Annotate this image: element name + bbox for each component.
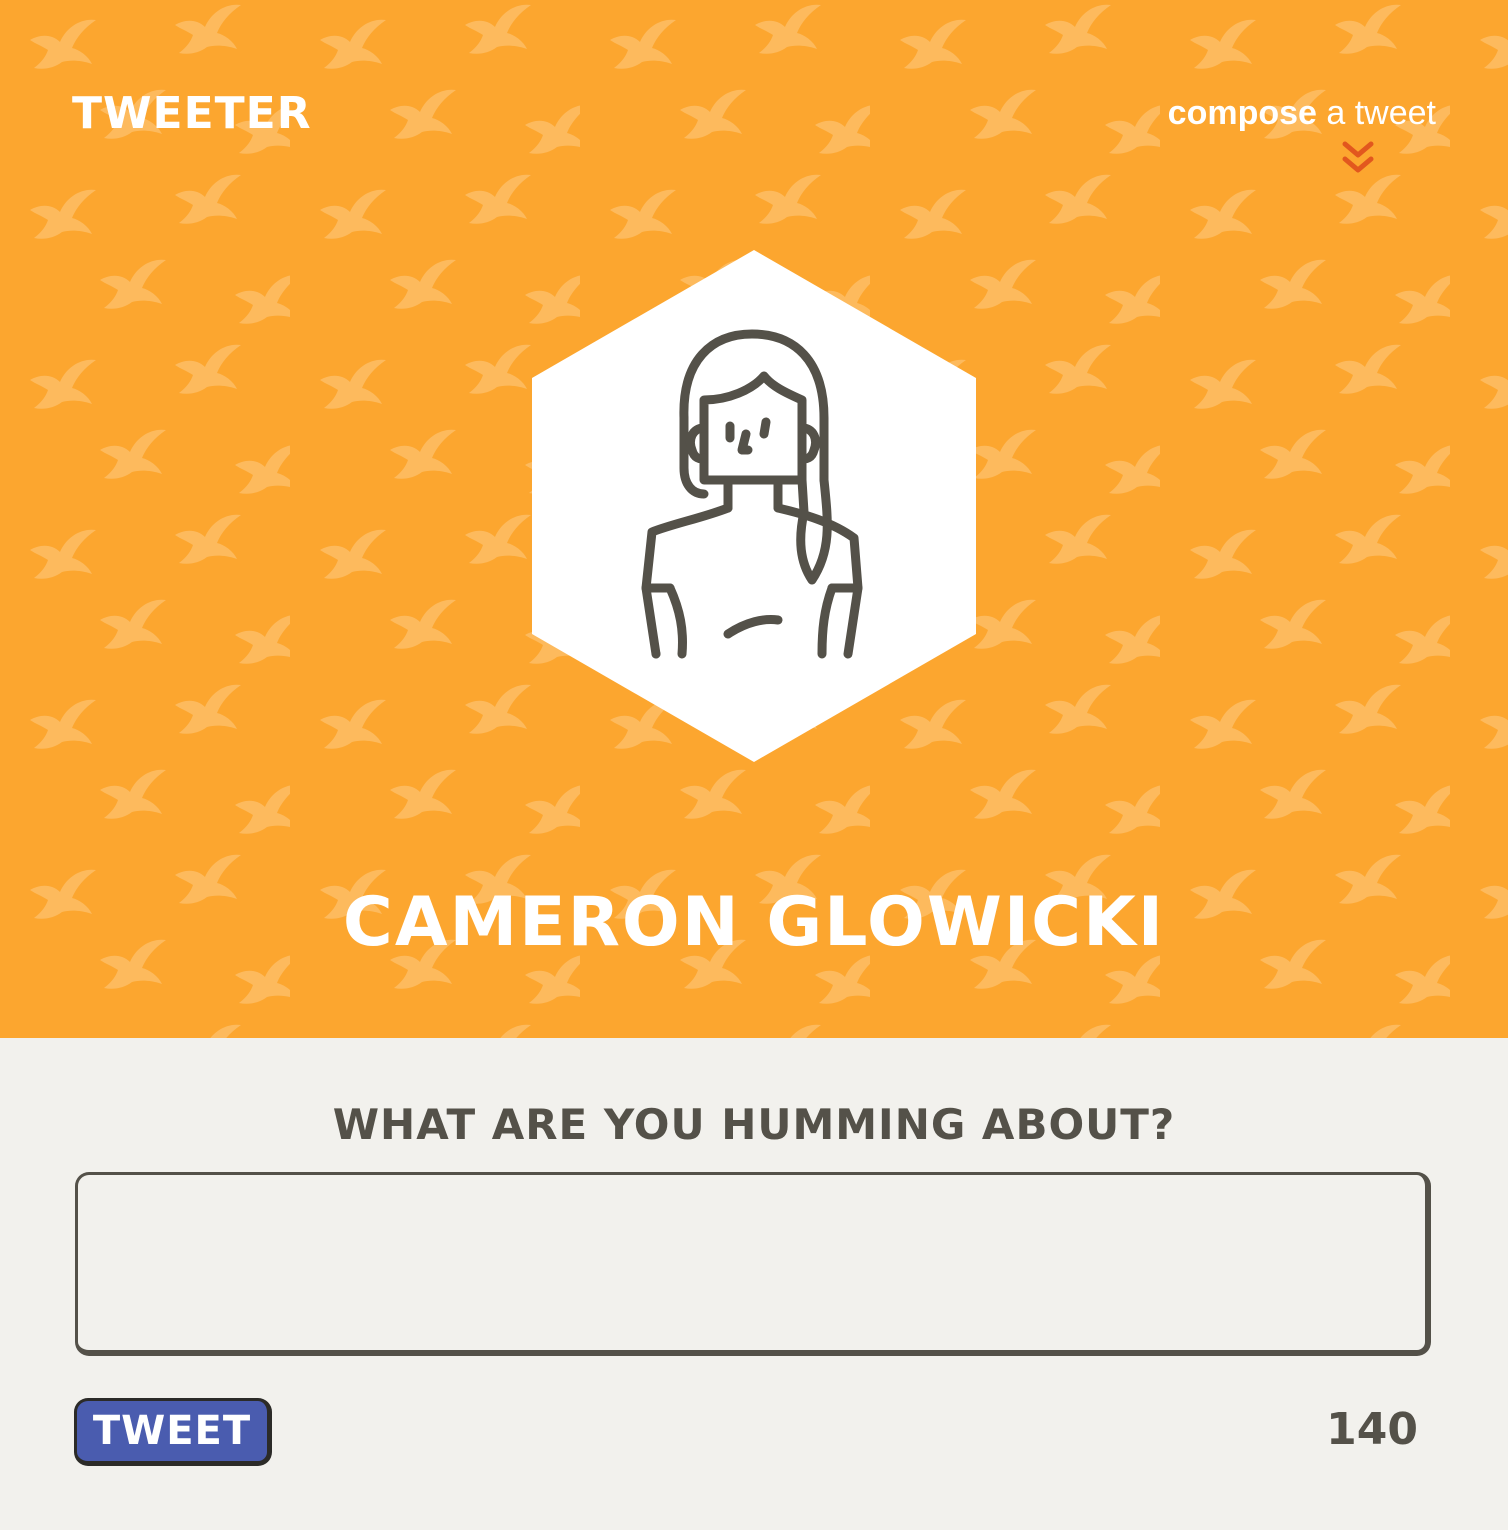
profile-header: TWEETER compose a tweet CAMERON GLOWICKI bbox=[0, 0, 1508, 1038]
compose-tweet-toggle[interactable]: compose a tweet bbox=[1136, 94, 1436, 173]
compose-label-bold[interactable]: compose bbox=[1168, 94, 1317, 132]
compose-tweet-label[interactable]: compose a tweet bbox=[1168, 94, 1436, 132]
tweet-composer: WHAT ARE YOU HUMMING ABOUT? TWEET 140 bbox=[0, 1038, 1508, 1530]
profile-name: CAMERON GLOWICKI bbox=[342, 883, 1166, 962]
double-chevron-down-icon[interactable] bbox=[1341, 140, 1375, 176]
tweet-text-input[interactable] bbox=[75, 1172, 1431, 1356]
compose-label-rest[interactable]: a tweet bbox=[1317, 94, 1436, 132]
brand-logo-text[interactable]: TWEETER bbox=[72, 92, 312, 136]
woman-avatar-icon bbox=[532, 250, 976, 762]
character-counter: 140 bbox=[1326, 1404, 1418, 1455]
composer-prompt: WHAT ARE YOU HUMMING ABOUT? bbox=[332, 1100, 1176, 1149]
tweet-button[interactable]: TWEET bbox=[74, 1398, 272, 1466]
page: TWEETER compose a tweet CAMERON GLOWICKI… bbox=[0, 0, 1508, 1530]
